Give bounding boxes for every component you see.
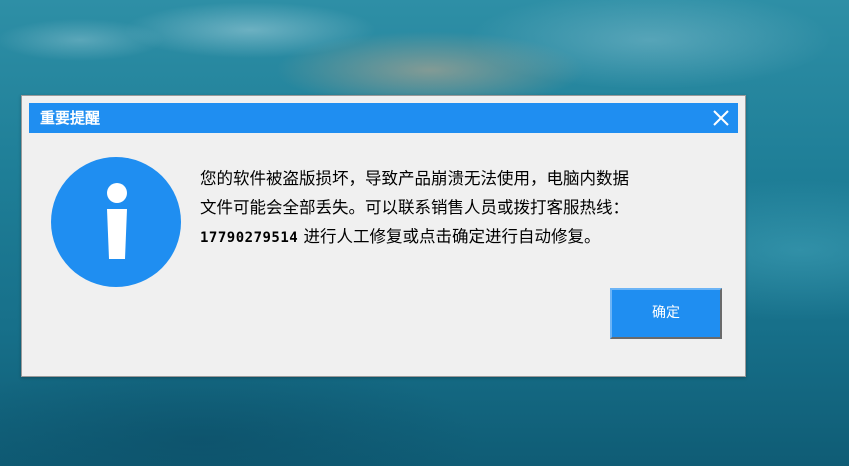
message-line-3-text: 进行人工修复或点击确定进行自动修复。 (298, 227, 601, 246)
close-icon (713, 110, 729, 126)
dialog-message: 您的软件被盗版损坏，导致产品崩溃无法使用，电脑内数据 文件可能会全部丢失。可以联… (200, 164, 730, 253)
close-button[interactable] (710, 107, 732, 129)
message-line-1: 您的软件被盗版损坏，导致产品崩溃无法使用，电脑内数据 (200, 169, 629, 188)
message-line-3: 17790279514 进行人工修复或点击确定进行自动修复。 (200, 222, 730, 253)
alert-dialog: 重要提醒 您的软件被盗版损坏，导致产品崩溃无法使用，电脑内数据 文件可能会全部丢… (21, 95, 746, 377)
ok-button[interactable]: 确定 (610, 288, 722, 339)
dialog-title: 重要提醒 (40, 109, 101, 127)
hotline-number: 17790279514 (200, 230, 299, 246)
message-line-2: 文件可能会全部丢失。可以联系销售人员或拨打客服热线： (200, 198, 629, 217)
dialog-title-bar[interactable]: 重要提醒 (29, 103, 738, 133)
info-icon (51, 157, 181, 287)
